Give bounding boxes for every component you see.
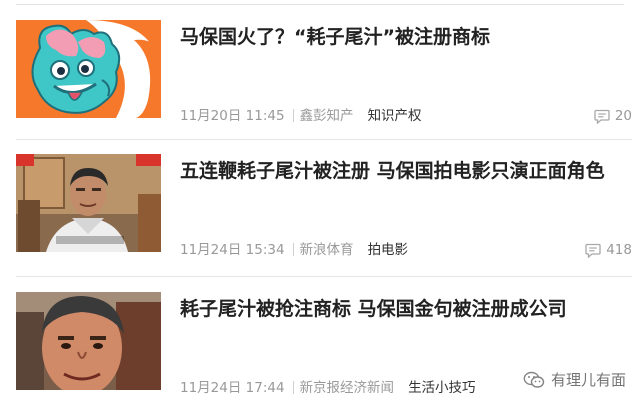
article-thumbnail[interactable]	[16, 292, 161, 390]
article-date: 11月24日 17:44	[180, 380, 285, 396]
comment-count-button[interactable]: 418	[585, 240, 632, 260]
article-title[interactable]: 耗子尾汁被抢注商标 马保国金句被注册成公司	[180, 295, 622, 323]
comment-count: 20	[614, 108, 632, 124]
account-watermark: 有理儿有面	[523, 369, 626, 390]
article-tag[interactable]: 知识产权	[368, 108, 422, 124]
news-item[interactable]: 五连鞭耗子尾汁被注册 马保国拍电影只演正面角色 11月24日 15:34 新浪体育…	[16, 154, 632, 268]
comment-count: 418	[606, 242, 632, 258]
article-title[interactable]: 马保国火了？“耗子尾汁”被注册商标	[180, 23, 622, 51]
article-source[interactable]: 新京报经济新闻	[300, 380, 395, 396]
meta-separator	[292, 381, 294, 394]
article-thumbnail[interactable]	[16, 20, 161, 118]
top-divider	[16, 4, 624, 5]
article-date: 11月20日 11:45	[180, 108, 285, 124]
comment-icon	[585, 243, 601, 258]
article-source[interactable]: 鑫彭知产	[300, 108, 354, 124]
comment-count-button[interactable]: 20	[594, 106, 632, 126]
article-meta: 11月20日 11:45 鑫彭知产 知识产权 20	[180, 106, 632, 126]
article-tag[interactable]: 生活小技巧	[408, 380, 476, 396]
item-divider	[16, 139, 632, 140]
item-divider	[16, 276, 632, 277]
wechat-icon	[523, 371, 545, 388]
article-meta: 11月24日 15:34 新浪体育 拍电影 418	[180, 240, 632, 260]
meta-separator	[292, 243, 294, 256]
article-date: 11月24日 15:34	[180, 242, 285, 258]
article-thumbnail[interactable]	[16, 154, 161, 252]
meta-separator	[292, 109, 294, 122]
comment-icon	[594, 109, 610, 124]
watermark-text: 有理儿有面	[550, 371, 626, 389]
news-item[interactable]: 马保国火了？“耗子尾汁”被注册商标 11月20日 11:45 鑫彭知产 知识产权 2…	[16, 20, 632, 134]
article-source[interactable]: 新浪体育	[300, 242, 354, 258]
article-tag[interactable]: 拍电影	[368, 242, 409, 258]
article-title[interactable]: 五连鞭耗子尾汁被注册 马保国拍电影只演正面角色	[180, 157, 622, 185]
